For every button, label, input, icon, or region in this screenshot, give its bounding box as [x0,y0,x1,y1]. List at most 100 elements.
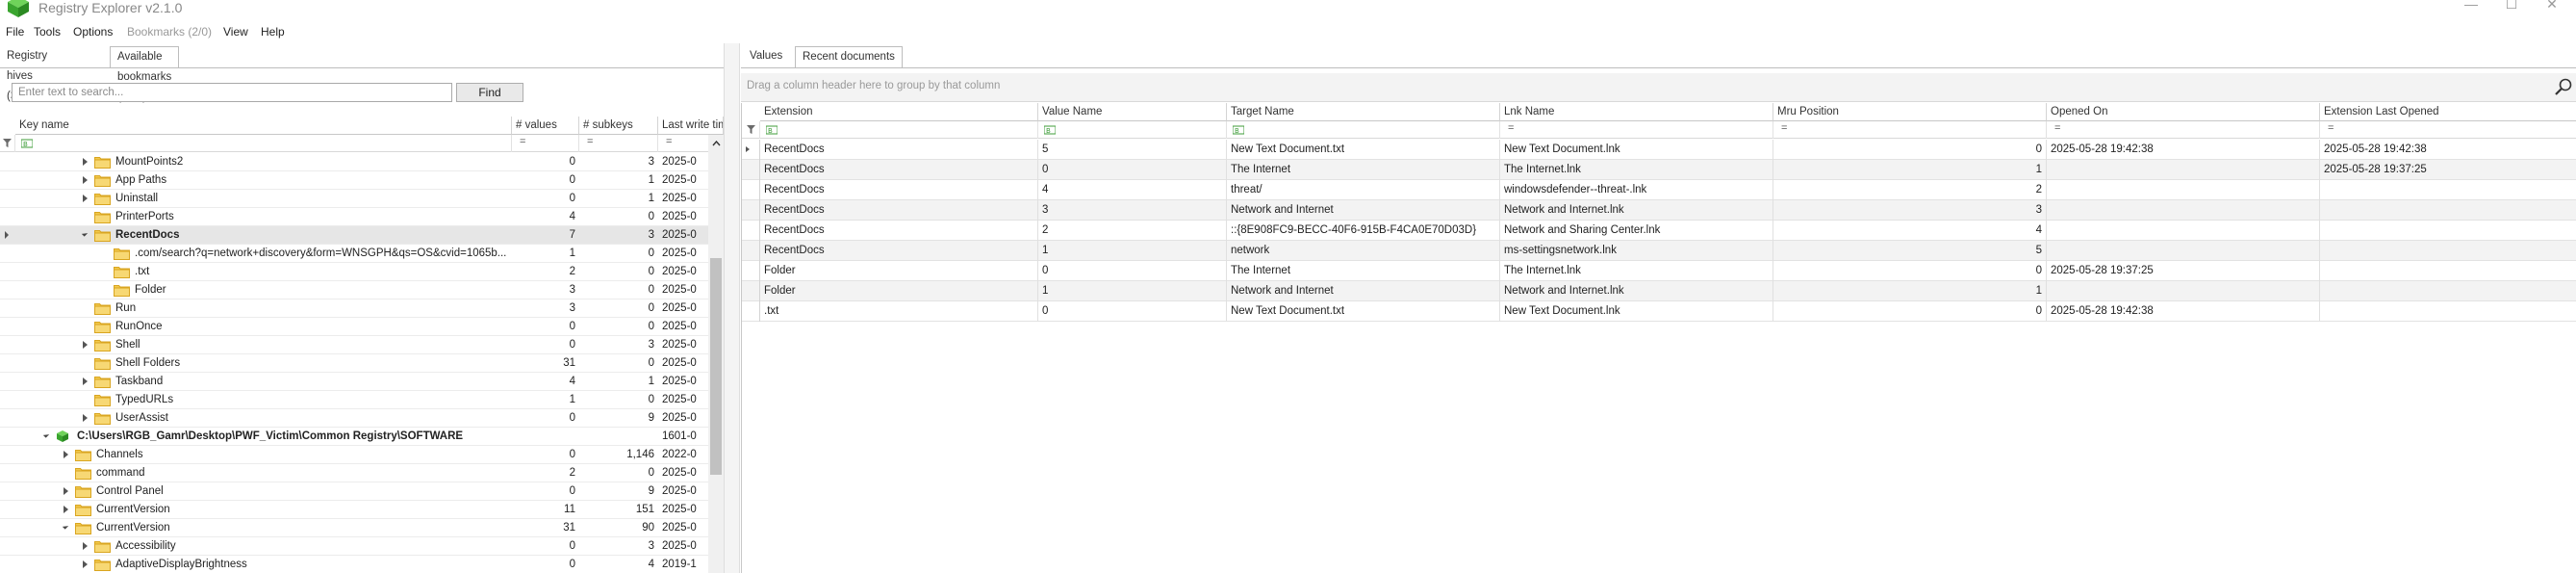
recent-doc-row[interactable]: Folder 1 Network and Internet Network and I… [742,281,2576,301]
tree-row[interactable]: CurrentVersion 11 151 2025-0 [0,501,708,519]
menu-file[interactable]: File [6,25,24,39]
column-header-opened-on[interactable]: Opened On [2047,103,2320,121]
pane-splitter[interactable] [724,43,740,573]
row-header[interactable] [742,140,760,160]
column-header-subkeys[interactable]: # subkeys [579,117,658,135]
tab-registry-hives[interactable]: Registry hives (3) [0,46,54,102]
filter-key-name[interactable]: B [15,135,512,152]
tree-row[interactable]: .com/search?q=network+discovery&form=WNS… [0,245,708,263]
tree-row[interactable]: RunOnce 0 0 2025-0 [0,318,708,336]
expand-arrow-icon[interactable] [83,195,88,202]
menu-help[interactable]: Help [261,25,285,39]
column-header-values[interactable]: # values [512,117,579,135]
filter-subkeys[interactable]: = [579,135,658,152]
expand-arrow-icon[interactable] [64,487,68,495]
recent-doc-row[interactable]: RecentDocs 0 The Internet The Internet.lnk 1… [742,160,2576,180]
expand-arrow-icon[interactable] [64,506,68,513]
tree-row[interactable]: Run 3 0 2025-0 [0,300,708,318]
tree-row[interactable]: Control Panel 0 9 2025-0 [0,482,708,501]
find-button[interactable]: Find [456,83,523,102]
filter-lnk-name[interactable]: = [1500,121,1773,139]
tree-row[interactable]: Uninstall 0 1 2025-0 [0,190,708,208]
row-header[interactable] [742,241,760,261]
key-name: Taskband [115,376,164,387]
column-header-mru-position[interactable]: Mru Position [1773,103,2047,121]
filter-contains-icon: B [1044,125,1056,135]
column-header-extension[interactable]: Extension [760,103,1038,121]
tree-row[interactable]: Taskband 4 1 2025-0 [0,373,708,391]
expand-arrow-icon[interactable] [83,158,88,166]
collapse-arrow-icon[interactable] [42,431,50,438]
maximize-button[interactable]: ☐ [2492,0,2531,13]
cell-target-name: The Internet [1227,261,1500,281]
tab-recent-documents[interactable]: Recent documents [795,46,903,67]
tree-row[interactable]: Channels 0 1,146 2022-0 [0,446,708,464]
row-header[interactable] [742,180,760,200]
tree-row[interactable]: AdaptiveDisplayBrightness 0 4 2019-1 [0,556,708,573]
recent-doc-row[interactable]: RecentDocs 1 network ms-settingsnetwork.lnk… [742,241,2576,261]
close-button[interactable]: ✕ [2533,0,2571,13]
tree-scroll-thumb[interactable] [710,258,722,475]
expand-arrow-icon[interactable] [64,451,68,458]
scroll-up-arrow-icon[interactable] [712,141,721,146]
row-header[interactable] [742,221,760,241]
tree-row[interactable]: .txt 2 0 2025-0 [0,263,708,281]
tree-row[interactable]: C:\Users\RGB_Gamr\Desktop\PWF_Victim\Com… [0,428,708,446]
tree-row[interactable]: PrinterPorts 4 0 2025-0 [0,208,708,226]
expand-arrow-icon[interactable] [83,378,88,385]
row-header[interactable] [742,301,760,322]
row-header[interactable] [742,200,760,221]
tree-row[interactable]: TypedURLs 1 0 2025-0 [0,391,708,409]
minimize-button[interactable]: — [2452,0,2490,12]
menu-bookmarks[interactable]: Bookmarks (2/0) [127,25,212,39]
filter-values[interactable]: = [512,135,579,152]
collapse-arrow-icon[interactable] [81,230,89,237]
expand-arrow-icon[interactable] [83,542,88,550]
column-header-last-write[interactable]: Last write timestamp [658,117,724,135]
group-by-panel[interactable]: Drag a column header here to group by th… [741,73,2576,102]
column-header-value-name[interactable]: Value Name [1038,103,1227,121]
recent-doc-row[interactable]: RecentDocs 2::{8E908FC9-BECC-40F6-915B-F4… [742,221,2576,241]
tree-row[interactable]: CurrentVersion 31 90 2025-0 [0,519,708,537]
filter-value-name[interactable]: B [1038,121,1227,139]
row-header[interactable] [742,160,760,180]
search-input[interactable] [12,83,452,102]
tab-available-bookmarks[interactable]: Available bookmarks (61/0) [110,46,180,103]
menu-view[interactable]: View [223,25,248,39]
tab-values[interactable]: Values [743,46,789,67]
tree-row[interactable]: Shell 0 3 2025-0 [0,336,708,354]
recent-doc-row[interactable]: Folder 0 The Internet The Internet.lnk 0 2025… [742,261,2576,281]
column-header-lnk-name[interactable]: Lnk Name [1500,103,1773,121]
tree-row[interactable]: Accessibility 0 3 2025-0 [0,537,708,556]
filter-extension-last-opened[interactable]: = [2320,121,2576,139]
tree-row[interactable]: UserAssist 0 9 2025-0 [0,409,708,428]
tree-row[interactable]: RecentDocs 7 3 2025-0 [0,226,708,245]
column-header-key-name[interactable]: Key name [15,117,512,135]
recent-doc-row[interactable]: RecentDocs 3 Network and Internet Network a… [742,200,2576,221]
filter-opened-on[interactable]: = [2047,121,2320,139]
expand-arrow-icon[interactable] [83,560,88,568]
expand-arrow-icon[interactable] [83,341,88,349]
column-header-extension-last-opened[interactable]: Extension Last Opened [2320,103,2576,121]
tree-vertical-scrollbar[interactable] [708,135,724,573]
menu-options[interactable]: Options [73,25,113,39]
row-header[interactable] [742,281,760,301]
recent-doc-row[interactable]: RecentDocs 4 threat/windowsdefender--threa… [742,180,2576,200]
row-header[interactable] [742,261,760,281]
search-icon[interactable] [2553,77,2574,98]
expand-arrow-icon[interactable] [83,176,88,184]
tree-row[interactable]: Folder 3 0 2025-0 [0,281,708,300]
filter-extension[interactable]: B [760,121,1038,139]
expand-arrow-icon[interactable] [83,414,88,422]
recent-doc-row[interactable]: RecentDocs 5 New Text Document.txt New Text… [742,140,2576,160]
tree-row[interactable]: MountPoints2 0 3 2025-0 [0,153,708,171]
filter-mru-position[interactable]: = [1773,121,2047,139]
collapse-arrow-icon[interactable] [62,523,69,530]
tree-row[interactable]: command 2 0 2025-0 [0,464,708,482]
filter-target-name[interactable]: B [1227,121,1500,139]
recent-doc-row[interactable]: .txt 0 New Text Document.txt New Text Docum… [742,301,2576,322]
tree-row[interactable]: Shell Folders 31 0 2025-0 [0,354,708,373]
tree-row[interactable]: App Paths 0 1 2025-0 [0,171,708,190]
menu-tools[interactable]: Tools [34,25,61,39]
column-header-target-name[interactable]: Target Name [1227,103,1500,121]
